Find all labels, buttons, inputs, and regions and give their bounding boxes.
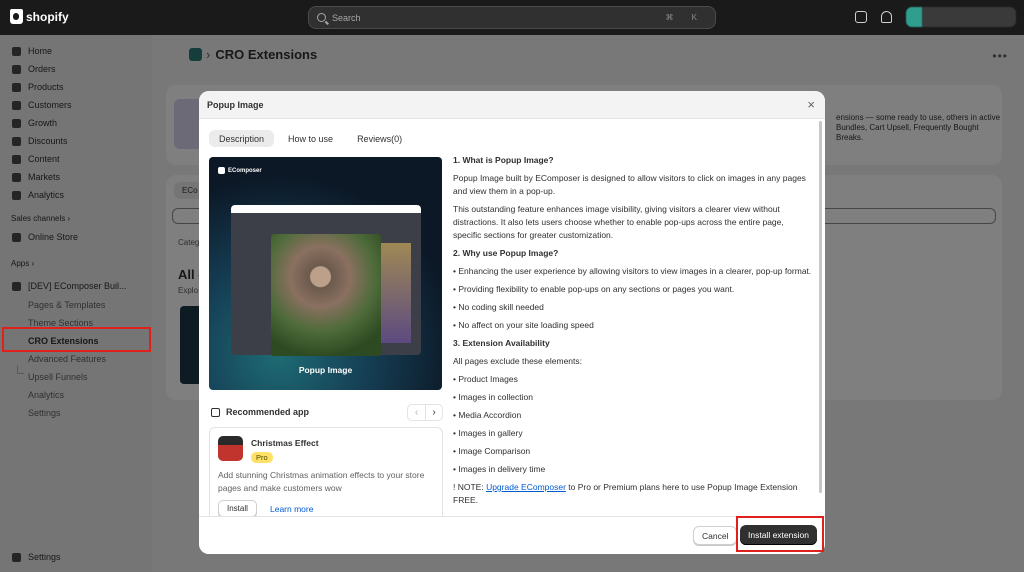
modal-header: Popup Image ×	[199, 91, 825, 119]
note-prefix: ! NOTE:	[453, 482, 487, 492]
cro-extensions-highlight	[2, 327, 151, 352]
bullet: • Media Accordion	[453, 410, 522, 420]
mock-side-image	[381, 243, 411, 343]
section-heading: 1. What is Popup Image?	[453, 155, 554, 165]
learn-more-link[interactable]: Learn more	[270, 504, 313, 514]
tab-how-to-use[interactable]: How to use	[278, 130, 343, 147]
cancel-button[interactable]: Cancel	[693, 526, 738, 545]
popup-image-modal: Popup Image × Description How to use Rev…	[199, 91, 825, 554]
scrollbar[interactable]	[819, 121, 822, 493]
bullet: • Providing flexibility to enable pop-up…	[453, 284, 735, 294]
modal-title: Popup Image	[207, 100, 264, 110]
hero-brand: EComposer	[218, 167, 262, 174]
install-app-button[interactable]: Install	[218, 500, 257, 517]
shopify-logo[interactable]: shopify	[10, 9, 69, 24]
shopify-bag-icon	[10, 9, 23, 24]
tab-reviews[interactable]: Reviews(0)	[347, 130, 412, 147]
search-shortcut: ⌘ K	[665, 13, 705, 22]
apps-icon	[211, 407, 220, 417]
paragraph: This outstanding feature enhances image …	[453, 204, 784, 240]
store-icon[interactable]	[855, 11, 867, 23]
search-placeholder: Search	[332, 12, 361, 23]
bullet: • Images in gallery	[453, 428, 523, 438]
tab-description[interactable]: Description	[209, 130, 275, 147]
close-icon[interactable]: ×	[807, 97, 815, 112]
app-name: Christmas Effect	[251, 438, 319, 448]
bullet: • Images in collection	[453, 392, 533, 402]
paragraph: Popup Image built by EComposer is design…	[453, 173, 806, 196]
hero-image: EComposer Popup Image	[209, 157, 442, 390]
bullet: • Product Images	[453, 374, 518, 384]
modal-footer: Cancel Install extension	[199, 516, 825, 554]
section-heading: 3. Extension Availability	[453, 338, 550, 348]
bullet: • No coding skill needed	[453, 302, 544, 312]
top-icons	[855, 7, 1016, 27]
account-menu[interactable]	[906, 7, 1016, 27]
paragraph: All pages exclude these elements:	[453, 356, 582, 366]
pro-badge: Pro	[251, 452, 273, 463]
brand-name: shopify	[26, 9, 69, 24]
modal-tabs: Description How to use Reviews(0)	[209, 130, 412, 147]
chevron-right-icon[interactable]: ›	[425, 405, 442, 420]
search-icon	[317, 13, 326, 22]
install-extension-highlight	[736, 516, 824, 552]
mock-eye-image	[271, 234, 381, 356]
christmas-effect-app-icon	[218, 436, 243, 461]
note: ! NOTE: Upgrade EComposer to Pro or Prem…	[453, 481, 813, 507]
chevron-left-icon[interactable]: ‹	[408, 405, 425, 420]
recommended-app-label: Recommended app	[226, 407, 310, 417]
bell-icon[interactable]	[881, 11, 892, 23]
bullet: • No affect on your site loading speed	[453, 320, 594, 330]
description-content: 1. What is Popup Image? Popup Image buil…	[453, 154, 813, 514]
search-input[interactable]: Search ⌘ K	[308, 6, 716, 29]
recommended-app-card: Christmas Effect Pro Add stunning Christ…	[209, 427, 443, 522]
upgrade-link[interactable]: Upgrade EComposer	[486, 482, 566, 492]
bullet: • Images in delivery time	[453, 464, 546, 474]
hero-label: Popup Image	[298, 365, 353, 375]
app-description: Add stunning Christmas animation effects…	[218, 470, 425, 493]
top-bar: shopify Search ⌘ K	[0, 0, 1024, 35]
recommended-app-title: Recommended app	[211, 407, 309, 417]
bullet: • Image Comparison	[453, 446, 531, 456]
section-heading: 2. Why use Popup Image?	[453, 248, 559, 258]
bullet: • Enhancing the user experience by allow…	[453, 266, 812, 276]
recommended-pager: ‹ ›	[407, 404, 443, 421]
